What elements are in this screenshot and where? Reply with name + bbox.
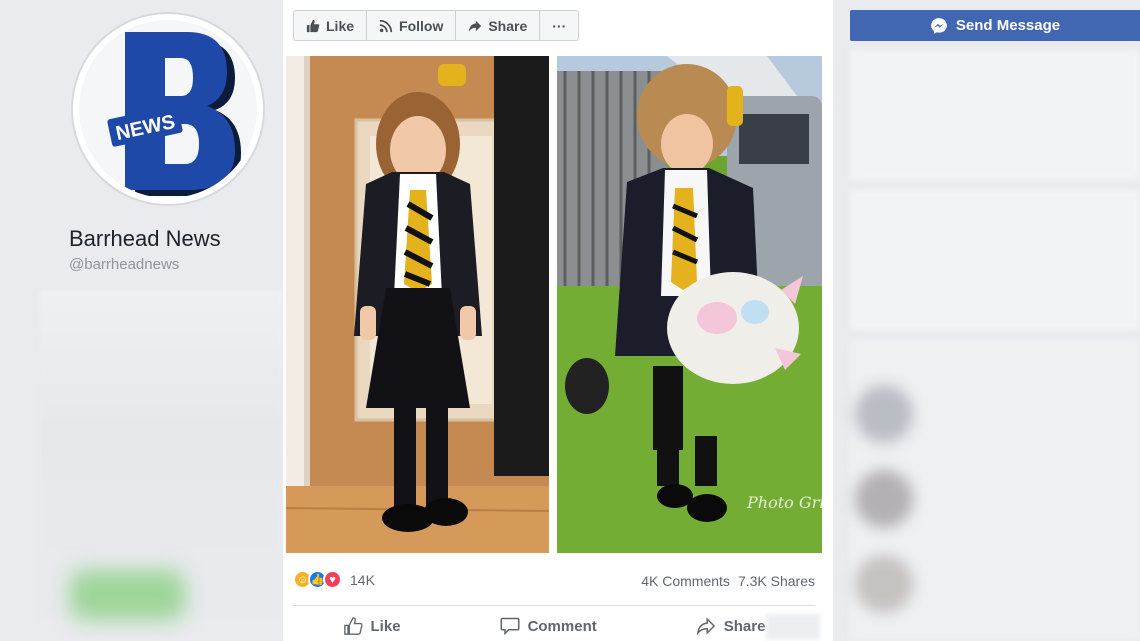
- thumbs-up-icon: [306, 19, 320, 32]
- more-options-icon: ···: [552, 17, 567, 34]
- post-card: Like Follow Share ··· Photo Gr ☺ 👍 ♥ 14K…: [283, 0, 833, 641]
- blurred-avatar: [855, 555, 913, 613]
- more-options-button[interactable]: ···: [540, 11, 578, 40]
- page-handle[interactable]: @barrheadnews: [69, 256, 179, 273]
- post-photo-after[interactable]: Photo Grid: [557, 56, 822, 553]
- like-page-button[interactable]: Like: [294, 11, 368, 40]
- blurred-avatar: [855, 385, 913, 443]
- comment-label: Comment: [527, 617, 597, 635]
- comment-button[interactable]: Comment: [500, 612, 597, 640]
- page-title[interactable]: Barrhead News: [69, 226, 221, 252]
- photo-girl-afternoon: Photo Grid: [557, 56, 822, 553]
- share-post-button[interactable]: Share: [696, 612, 766, 640]
- send-message-label: Send Message: [955, 17, 1061, 34]
- send-message-button[interactable]: Send Message: [850, 10, 1140, 41]
- speech-bubble-icon: [500, 617, 520, 636]
- post-divider: [293, 605, 815, 606]
- share-arrow-icon: [469, 20, 482, 31]
- share-page-button[interactable]: Share: [456, 11, 541, 40]
- page-action-bar: Like Follow Share ···: [293, 10, 580, 41]
- post-action-row: Like Comment Share: [293, 612, 815, 640]
- blurred-panel: [850, 50, 1140, 180]
- photo-girl-morning: [286, 56, 549, 553]
- like-post-label: Like: [370, 617, 401, 635]
- rss-icon: [379, 19, 393, 32]
- left-column: NEWS Barrhead News @barrheadnews: [0, 0, 283, 641]
- reactions-summary[interactable]: ☺ 👍 ♥ 14K: [293, 570, 375, 589]
- blurred-action: [766, 614, 820, 640]
- blurred-panel: [850, 190, 1140, 330]
- profile-card: NEWS Barrhead News @barrheadnews: [0, 0, 283, 290]
- barrhead-news-logo: NEWS: [107, 32, 241, 196]
- share-arrow-outline-icon: [696, 617, 715, 636]
- share-page-label: Share: [488, 17, 528, 34]
- follow-label: Follow: [399, 17, 444, 34]
- thumbs-up-outline-icon: [343, 617, 363, 635]
- messenger-icon: [931, 17, 947, 34]
- photo-watermark: Photo Grid: [746, 493, 822, 512]
- right-column: Send Message: [833, 0, 1140, 641]
- shares-count[interactable]: 7.3K Shares: [738, 573, 815, 589]
- post-stats: 4K Comments 7.3K Shares: [641, 573, 815, 589]
- comments-count[interactable]: 4K Comments: [641, 573, 730, 589]
- follow-button[interactable]: Follow: [367, 11, 457, 40]
- like-page-label: Like: [326, 17, 355, 34]
- love-reaction-icon: ♥: [323, 570, 342, 589]
- avatar-logo: NEWS: [79, 20, 257, 198]
- page-avatar[interactable]: NEWS: [71, 12, 265, 206]
- share-post-label: Share: [723, 617, 766, 635]
- blurred-button: [70, 570, 185, 620]
- reaction-count: 14K: [350, 571, 375, 588]
- like-post-button[interactable]: Like: [343, 612, 401, 640]
- post-photo-before[interactable]: [286, 56, 549, 553]
- blurred-avatar: [855, 470, 913, 528]
